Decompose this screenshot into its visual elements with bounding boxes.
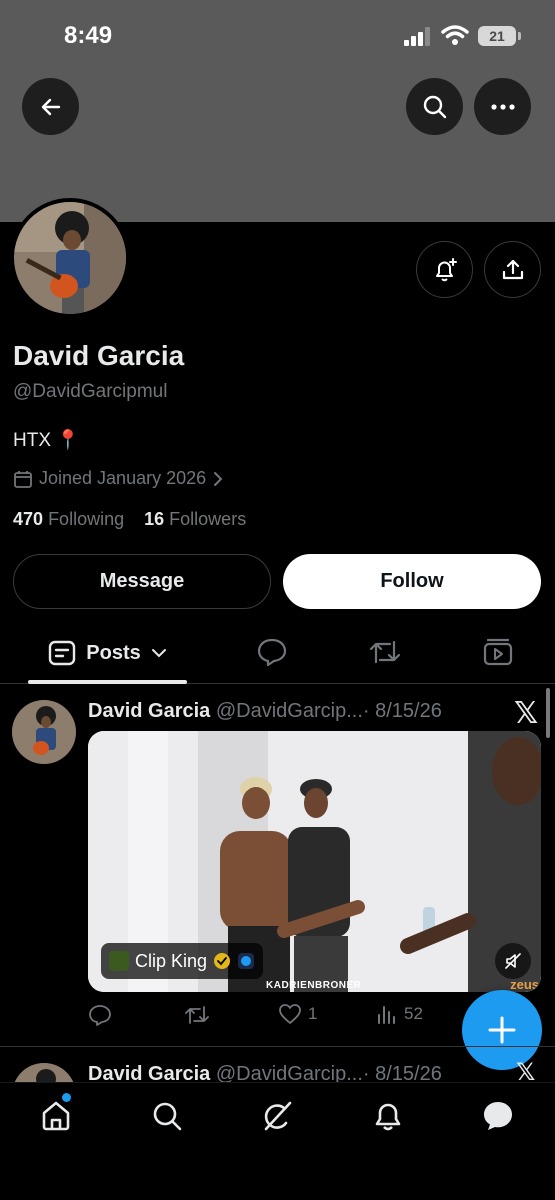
arrow-left-icon <box>41 98 60 115</box>
speaker-muted-icon <box>505 953 521 969</box>
verified-badge-icon <box>214 953 231 969</box>
post-actions: 1 52 <box>88 1003 448 1031</box>
mute-button[interactable] <box>495 943 531 979</box>
status-time: 8:49 <box>64 22 113 49</box>
followers-count: 16 <box>144 509 165 529</box>
notification-subscribe-button[interactable] <box>416 241 473 298</box>
post-author-name[interactable]: David Garcia <box>88 700 210 722</box>
search-button[interactable] <box>406 78 463 135</box>
wifi-icon <box>441 25 469 45</box>
status-bar: 8:49 21 <box>0 0 555 72</box>
post-video[interactable]: Clip King KADRIENBRONER zeus <box>88 731 541 992</box>
followers-label: Followers <box>169 509 247 529</box>
heart-icon <box>279 1004 301 1024</box>
like-button[interactable]: 1 <box>278 1003 317 1025</box>
avatar-photo <box>12 700 76 764</box>
notifications-bell-icon[interactable] <box>371 1099 405 1133</box>
active-tab-indicator <box>28 680 187 684</box>
tab-reposts-icon[interactable] <box>368 636 402 668</box>
zeus-brand-logo: zeus <box>510 977 539 992</box>
back-button[interactable] <box>22 78 79 135</box>
post-author-handle: @DavidGarcip... <box>215 700 363 722</box>
search-icon[interactable] <box>150 1099 184 1133</box>
profile-avatar[interactable] <box>10 198 130 318</box>
plus-icon <box>488 1016 516 1044</box>
grok-icon[interactable] <box>260 1099 294 1133</box>
profile-bio: HTX 📍 <box>13 430 80 451</box>
analytics-bars-icon <box>378 1006 395 1024</box>
more-dots-icon <box>490 103 515 110</box>
video-watermark: KADRIENBRONER <box>266 980 362 991</box>
battery-icon: 21 <box>478 26 516 46</box>
repost-icon <box>185 1006 209 1024</box>
profile-name: David Garcia <box>13 340 185 371</box>
chevron-right-icon <box>214 471 223 486</box>
profile-tabs: Posts <box>0 622 555 684</box>
profile-handle: @DavidGarcipmul <box>13 381 168 402</box>
tab-replies-icon[interactable] <box>256 636 288 668</box>
like-count: 1 <box>308 1004 318 1023</box>
chevron-down-icon <box>151 649 166 658</box>
following-label: Following <box>48 509 125 529</box>
followers-link[interactable]: 16 Followers <box>144 509 246 529</box>
message-button[interactable]: Message <box>13 554 271 609</box>
tab-media-icon[interactable] <box>482 636 514 668</box>
joined-text: Joined January 2026 <box>39 468 207 488</box>
messages-icon[interactable] <box>481 1099 515 1133</box>
tab-posts[interactable]: Posts <box>28 622 187 684</box>
battery-tip <box>518 32 521 40</box>
home-icon[interactable] <box>39 1099 73 1133</box>
bottom-navigation <box>0 1082 555 1200</box>
calendar-icon <box>14 470 32 488</box>
repost-button[interactable] <box>184 1003 210 1027</box>
post-header: David Garcia @DavidGarcip...· 8/15/26 <box>88 700 442 723</box>
following-count: 470 <box>13 509 44 529</box>
joined-date[interactable]: Joined January 2026 <box>13 468 224 489</box>
view-count: 52 <box>404 1004 423 1023</box>
search-icon <box>423 95 446 118</box>
posts-icon <box>49 640 76 666</box>
more-options-button[interactable] <box>474 78 531 135</box>
cellular-signal-icon <box>404 27 430 46</box>
post-divider <box>0 1046 555 1047</box>
avatar-photo <box>14 202 126 314</box>
tab-posts-label: Posts <box>86 641 141 664</box>
post-author-avatar[interactable] <box>12 700 76 764</box>
x-logo-icon: 𝕏 <box>514 696 539 731</box>
share-upload-icon <box>502 259 523 279</box>
post-date: · 8/15/26 <box>362 700 442 722</box>
following-link[interactable]: 470 Following <box>13 509 124 529</box>
follow-counts: 470 Following 16 Followers <box>13 509 246 530</box>
share-button[interactable] <box>484 241 541 298</box>
clip-king-logo-icon <box>109 951 129 971</box>
reply-button[interactable] <box>88 1003 112 1027</box>
affiliate-badge-icon <box>238 953 255 969</box>
scrollbar[interactable] <box>546 688 550 738</box>
media-badge[interactable]: Clip King <box>101 943 264 979</box>
reply-icon <box>89 1005 111 1026</box>
bell-plus-icon <box>435 257 457 281</box>
views-button[interactable]: 52 <box>376 1003 423 1025</box>
media-badge-label: Clip King <box>135 950 208 971</box>
follow-button[interactable]: Follow <box>283 554 541 609</box>
